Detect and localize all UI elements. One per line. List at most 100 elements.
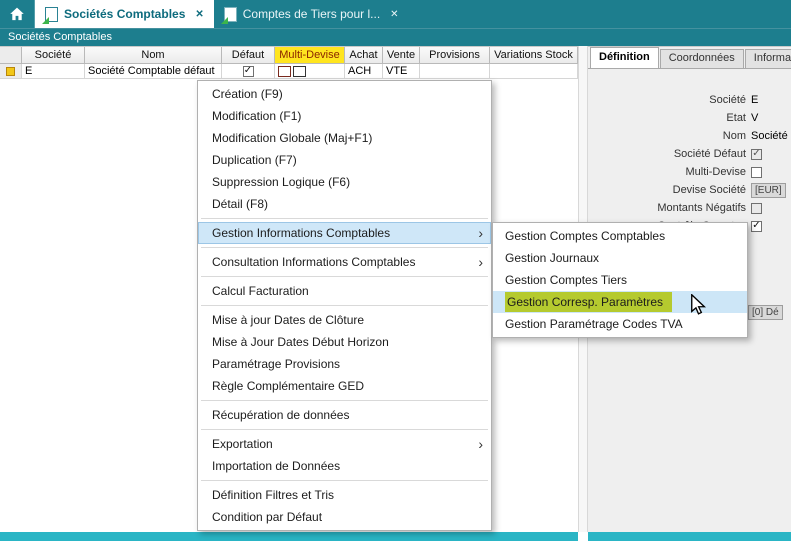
submenu-gestion-informations-comptables: Gestion Comptes Comptables Gestion Journ…	[492, 222, 748, 338]
current-row-icon	[6, 67, 15, 76]
tab-label: Comptes de Tiers pour l...	[243, 7, 380, 21]
menu-item-mise-a-jour-dates-debut-horizon[interactable]: Mise à Jour Dates Début Horizon	[198, 331, 491, 353]
cell-multi-devise[interactable]	[275, 64, 345, 79]
checkbox-checked-icon[interactable]: ✓	[751, 221, 762, 232]
nom-field[interactable]: Société	[751, 130, 788, 142]
field-label: Société	[588, 94, 751, 106]
context-menu: Création (F9) Modification (F1) Modifica…	[197, 80, 492, 531]
close-icon[interactable]: ✕	[390, 9, 398, 20]
definition-form: Société E Etat V Nom Société Société Déf…	[588, 69, 791, 235]
column-header-defaut[interactable]: Défaut	[222, 47, 275, 64]
cell-defaut[interactable]: ✓	[222, 64, 275, 79]
menu-separator	[201, 305, 488, 306]
submenu-item-gestion-comptes-comptables[interactable]: Gestion Comptes Comptables	[493, 225, 747, 247]
field-nom: Nom Société	[588, 127, 791, 145]
devise-button[interactable]: [EUR]	[751, 183, 786, 198]
cell-nom[interactable]: Société Comptable défaut	[85, 64, 222, 79]
column-header-multi-devise[interactable]: Multi-Devise	[275, 47, 345, 64]
menu-item-mise-a-jour-dates-cloture[interactable]: Mise à jour Dates de Clôture	[198, 309, 491, 331]
form-icon	[45, 7, 58, 22]
column-header-nom[interactable]: Nom	[85, 47, 222, 64]
table-header-row: Société Nom Défaut Multi-Devise Achat Ve…	[0, 47, 578, 64]
checkbox-unchecked-icon[interactable]	[751, 167, 762, 178]
submenu-arrow-icon: ›	[478, 255, 483, 269]
column-header-achat[interactable]: Achat	[345, 47, 383, 64]
table-row[interactable]: E Société Comptable défaut ✓ ACH VTE	[0, 64, 578, 79]
field-label: Montants Négatifs	[588, 202, 751, 214]
field-multi-devise: Multi-Devise	[588, 163, 791, 181]
field-label: Société Défaut	[588, 148, 751, 160]
devise-box-icon	[293, 66, 306, 77]
form-icon	[224, 7, 237, 22]
submenu-item-gestion-journaux[interactable]: Gestion Journaux	[493, 247, 747, 269]
submenu-arrow-icon: ›	[478, 226, 483, 240]
menu-separator	[201, 218, 488, 219]
cell-societe[interactable]: E	[22, 64, 85, 79]
column-header-provisions[interactable]: Provisions	[420, 47, 490, 64]
menu-item-modification[interactable]: Modification (F1)	[198, 105, 491, 127]
column-header-variations-stock[interactable]: Variations Stock	[490, 47, 578, 64]
application-window: Sociétés Comptables ✕ Comptes de Tiers p…	[0, 0, 791, 541]
mouse-cursor	[690, 294, 707, 320]
menu-item-calcul-facturation[interactable]: Calcul Facturation	[198, 280, 491, 302]
field-societe-defaut: Société Défaut ✓	[588, 145, 791, 163]
field-montants-negatifs: Montants Négatifs	[588, 199, 791, 217]
menu-separator	[201, 276, 488, 277]
submenu-arrow-icon: ›	[478, 437, 483, 451]
field-label: Devise Société	[588, 184, 751, 196]
menu-item-duplication[interactable]: Duplication (F7)	[198, 149, 491, 171]
menu-item-suppression-logique[interactable]: Suppression Logique (F6)	[198, 171, 491, 193]
menu-item-recuperation-de-donnees[interactable]: Récupération de données	[198, 404, 491, 426]
tab-information[interactable]: Information	[745, 49, 791, 68]
field-etat: Etat V	[588, 109, 791, 127]
tab-bar: Sociétés Comptables ✕ Comptes de Tiers p…	[0, 0, 791, 28]
row-selector-cell[interactable]	[0, 64, 22, 79]
cell-vente[interactable]: VTE	[383, 64, 420, 79]
tab-coordonnees[interactable]: Coordonnées	[660, 49, 744, 68]
column-header-societe[interactable]: Société	[22, 47, 85, 64]
cell-variations-stock[interactable]	[490, 64, 578, 79]
menu-item-exportation[interactable]: Exportation ›	[198, 433, 491, 455]
row-selector-header[interactable]	[0, 47, 22, 64]
horizontal-scrollbar[interactable]	[0, 532, 578, 541]
tab-comptes-de-tiers[interactable]: Comptes de Tiers pour l... ✕	[214, 0, 409, 28]
cell-provisions[interactable]	[420, 64, 490, 79]
checkbox-unchecked-icon[interactable]	[751, 203, 762, 214]
menu-item-gestion-informations-comptables[interactable]: Gestion Informations Comptables ›	[198, 222, 491, 244]
menu-item-definition-filtres-et-tris[interactable]: Définition Filtres et Tris	[198, 484, 491, 506]
menu-item-detail[interactable]: Détail (F8)	[198, 193, 491, 215]
tab-definition[interactable]: Définition	[590, 47, 659, 68]
submenu-item-gestion-corresp-parametres[interactable]: Gestion Corresp. Paramètres	[493, 291, 747, 313]
menu-separator	[201, 400, 488, 401]
field-label: Multi-Devise	[588, 166, 751, 178]
menu-separator	[201, 480, 488, 481]
field-devise-societe: Devise Société [EUR]	[588, 181, 791, 199]
menu-item-creation[interactable]: Création (F9)	[198, 83, 491, 105]
etat-field[interactable]: V	[751, 112, 758, 124]
societe-field[interactable]: E	[751, 94, 758, 106]
field-label: Nom	[588, 130, 751, 142]
menu-item-importation-de-donnees[interactable]: Importation de Données	[198, 455, 491, 477]
horizontal-scrollbar[interactable]	[588, 532, 791, 541]
menu-item-parametrage-provisions[interactable]: Paramétrage Provisions	[198, 353, 491, 375]
checkbox-checked-icon[interactable]: ✓	[243, 66, 254, 77]
tab-societes-comptables[interactable]: Sociétés Comptables ✕	[35, 0, 214, 28]
menu-item-condition-par-defaut[interactable]: Condition par Défaut	[198, 506, 491, 528]
checkbox-checked-icon[interactable]: ✓	[751, 149, 762, 160]
column-header-vente[interactable]: Vente	[383, 47, 420, 64]
cell-achat[interactable]: ACH	[345, 64, 383, 79]
panel-tab-strip: Définition Coordonnées Information	[588, 47, 791, 69]
partial-button[interactable]: [0] Dé	[748, 305, 783, 320]
submenu-item-gestion-comptes-tiers[interactable]: Gestion Comptes Tiers	[493, 269, 747, 291]
close-icon[interactable]: ✕	[195, 9, 203, 20]
tab-label: Sociétés Comptables	[64, 7, 185, 21]
devise-box-icon	[278, 66, 291, 77]
field-societe: Société E	[588, 91, 791, 109]
menu-item-consultation-informations-comptables[interactable]: Consultation Informations Comptables ›	[198, 251, 491, 273]
home-button[interactable]	[0, 0, 35, 28]
menu-item-regle-complementaire-ged[interactable]: Règle Complémentaire GED	[198, 375, 491, 397]
submenu-item-gestion-parametrage-codes-tva[interactable]: Gestion Paramétrage Codes TVA	[493, 313, 747, 335]
page-title: Sociétés Comptables	[0, 28, 791, 46]
home-icon	[9, 7, 25, 21]
menu-item-modification-globale[interactable]: Modification Globale (Maj+F1)	[198, 127, 491, 149]
